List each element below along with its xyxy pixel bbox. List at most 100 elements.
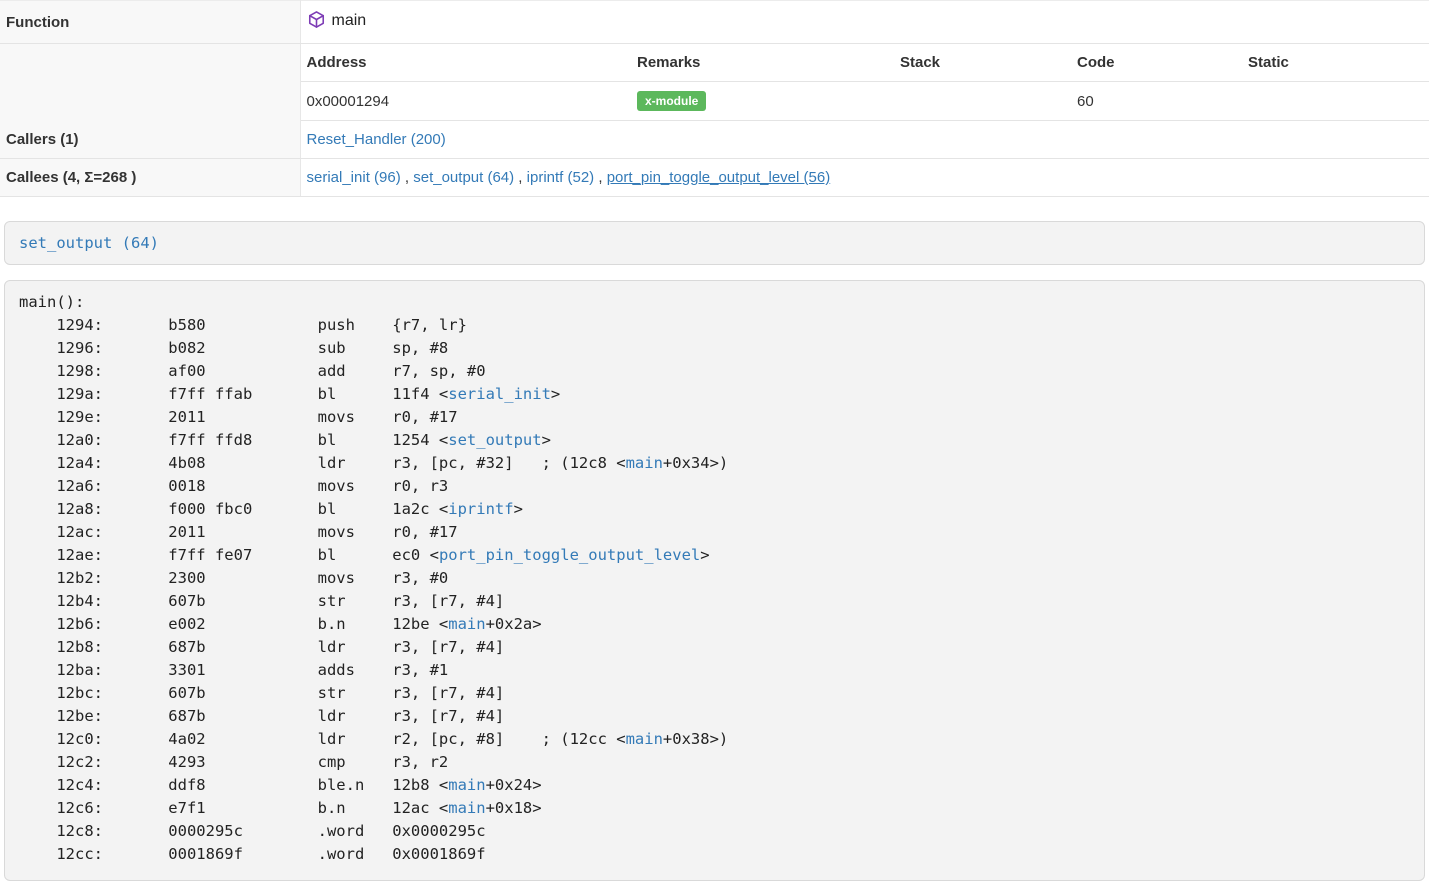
function-name-cell: main — [300, 1, 1429, 44]
disasm-line: 12b4: 607b str r3, [r7, #4] — [19, 590, 1412, 613]
disasm-line: 129a: f7ff ffab bl 11f4 <serial_init> — [19, 383, 1412, 406]
disasm-line: 12b2: 2300 movs r3, #0 — [19, 567, 1412, 590]
disasm-text: +0x24> — [486, 776, 542, 794]
disasm-line: 1296: b082 sub sp, #8 — [19, 337, 1412, 360]
disasm-text: 1296: b082 sub sp, #8 — [19, 339, 448, 357]
disasm-text: 12b6: e002 b.n 12be < — [19, 615, 448, 633]
disasm-function-link-iprintf[interactable]: iprintf — [448, 500, 513, 518]
disasm-text: 12b8: 687b ldr r3, [r7, #4] — [19, 638, 504, 656]
disasm-text: 1298: af00 add r7, sp, #0 — [19, 362, 486, 380]
disasm-line: 12a8: f000 fbc0 bl 1a2c <iprintf> — [19, 498, 1412, 521]
disasm-text: +0x38>) — [663, 730, 728, 748]
function-name: main — [332, 12, 367, 29]
disasm-text: > — [542, 431, 551, 449]
callees-row: Callees (4, Σ=268 ) serial_init (96) , s… — [0, 159, 1429, 197]
disasm-function-link-main[interactable]: main — [448, 776, 485, 794]
columns-header-row: Address Remarks Stack Code Static — [0, 44, 1429, 82]
function-row: Function main — [0, 1, 1429, 44]
disasm-line: 12c8: 0000295c .word 0x0000295c — [19, 820, 1412, 843]
disasm-text: 12c2: 4293 cmp r3, r2 — [19, 753, 448, 771]
disasm-function-link-set_output[interactable]: set_output — [448, 431, 541, 449]
disasm-line: 12c4: ddf8 ble.n 12b8 <main+0x24> — [19, 774, 1412, 797]
callers-list: Reset_Handler (200) — [300, 121, 1429, 159]
function-link-port_pin_toggle_output_level[interactable]: port_pin_toggle_output_level (56) — [607, 169, 831, 186]
column-header-stack: Stack — [894, 44, 1071, 82]
link-separator: , — [401, 169, 414, 186]
disasm-text: 12c6: e7f1 b.n 12ac < — [19, 799, 448, 817]
link-separator: , — [514, 169, 527, 186]
stack-value — [894, 82, 1071, 121]
code-value: 60 — [1071, 82, 1242, 121]
disasm-line: 1298: af00 add r7, sp, #0 — [19, 360, 1412, 383]
disasm-text: 12a0: f7ff ffd8 bl 1254 < — [19, 431, 448, 449]
disasm-line: 1294: b580 push {r7, lr} — [19, 314, 1412, 337]
disassembly-listing: main(): 1294: b580 push {r7, lr} 1296: b… — [19, 291, 1412, 866]
disasm-text: 12ae: f7ff fe07 bl ec0 < — [19, 546, 439, 564]
column-header-code: Code — [1071, 44, 1242, 82]
disasm-text: 12cc: 0001869f .word 0x0001869f — [19, 845, 486, 863]
disasm-text: +0x18> — [486, 799, 542, 817]
disasm-line: 12ac: 2011 movs r0, #17 — [19, 521, 1412, 544]
static-value — [1242, 82, 1429, 121]
disasm-line: 12a6: 0018 movs r0, r3 — [19, 475, 1412, 498]
link-separator: , — [594, 169, 607, 186]
x-module-badge: x-module — [637, 91, 706, 111]
disasm-line: 12c6: e7f1 b.n 12ac <main+0x18> — [19, 797, 1412, 820]
column-header-address: Address — [300, 44, 631, 82]
disassembly-box: main(): 1294: b580 push {r7, lr} 1296: b… — [4, 280, 1425, 881]
disasm-line: 12a0: f7ff ffd8 bl 1254 <set_output> — [19, 429, 1412, 452]
disasm-line: 12be: 687b ldr r3, [r7, #4] — [19, 705, 1412, 728]
disasm-line: 12b8: 687b ldr r3, [r7, #4] — [19, 636, 1412, 659]
disasm-text: 12a8: f000 fbc0 bl 1a2c < — [19, 500, 448, 518]
disasm-text: 12a4: 4b08 ldr r3, [pc, #32] ; (12c8 < — [19, 454, 626, 472]
callee-preview-link[interactable]: set_output (64) — [19, 234, 159, 252]
disasm-text: 12b2: 2300 movs r3, #0 — [19, 569, 448, 587]
disasm-text: main(): — [19, 293, 84, 311]
disasm-text: 129a: f7ff ffab bl 11f4 < — [19, 385, 448, 403]
disasm-text: +0x34>) — [663, 454, 728, 472]
disasm-text: 12c8: 0000295c .word 0x0000295c — [19, 822, 486, 840]
disasm-function-link-main[interactable]: main — [448, 799, 485, 817]
disasm-text: 12ba: 3301 adds r3, #1 — [19, 661, 448, 679]
disasm-text: 1294: b580 push {r7, lr} — [19, 316, 467, 334]
disasm-line: 12ba: 3301 adds r3, #1 — [19, 659, 1412, 682]
callers-label: Callers (1) — [0, 121, 300, 159]
column-header-static: Static — [1242, 44, 1429, 82]
disasm-line: 12b6: e002 b.n 12be <main+0x2a> — [19, 613, 1412, 636]
disasm-text: 12be: 687b ldr r3, [r7, #4] — [19, 707, 504, 725]
function-link-iprintf[interactable]: iprintf (52) — [527, 169, 595, 186]
disasm-line: 129e: 2011 movs r0, #17 — [19, 406, 1412, 429]
disasm-line: 12a4: 4b08 ldr r3, [pc, #32] ; (12c8 <ma… — [19, 452, 1412, 475]
disasm-text: 12a6: 0018 movs r0, r3 — [19, 477, 448, 495]
disasm-text: 12b4: 607b str r3, [r7, #4] — [19, 592, 504, 610]
disasm-line: 12cc: 0001869f .word 0x0001869f — [19, 843, 1412, 866]
disasm-line: 12bc: 607b str r3, [r7, #4] — [19, 682, 1412, 705]
disasm-line: 12c0: 4a02 ldr r2, [pc, #8] ; (12cc <mai… — [19, 728, 1412, 751]
callees-list: serial_init (96) , set_output (64) , ipr… — [300, 159, 1429, 197]
disasm-text: > — [514, 500, 523, 518]
disasm-text: 12c4: ddf8 ble.n 12b8 < — [19, 776, 448, 794]
label-spacer-cell — [0, 44, 300, 121]
disasm-function-link-port_pin_toggle_output_level[interactable]: port_pin_toggle_output_level — [439, 546, 700, 564]
disasm-function-link-main[interactable]: main — [448, 615, 485, 633]
disasm-text: 12c0: 4a02 ldr r2, [pc, #8] ; (12cc < — [19, 730, 626, 748]
disasm-line: 12c2: 4293 cmp r3, r2 — [19, 751, 1412, 774]
disasm-text: +0x2a> — [486, 615, 542, 633]
disasm-text: 12bc: 607b str r3, [r7, #4] — [19, 684, 504, 702]
remarks-cell: x-module — [631, 82, 894, 121]
column-header-remarks: Remarks — [631, 44, 894, 82]
disasm-function-link-serial_init[interactable]: serial_init — [448, 385, 551, 403]
function-link-serial_init[interactable]: serial_init (96) — [307, 169, 401, 186]
callers-row: Callers (1) Reset_Handler (200) — [0, 121, 1429, 159]
disasm-line: 12ae: f7ff fe07 bl ec0 <port_pin_toggle_… — [19, 544, 1412, 567]
function-link-set_output[interactable]: set_output (64) — [413, 169, 514, 186]
function-link-Reset_Handler[interactable]: Reset_Handler (200) — [307, 131, 446, 148]
function-info-table: Function main Address Remarks Stack Code… — [0, 0, 1429, 197]
callees-label: Callees (4, Σ=268 ) — [0, 159, 300, 197]
cube-icon — [307, 10, 326, 34]
disasm-line: main(): — [19, 291, 1412, 314]
disasm-function-link-main[interactable]: main — [626, 454, 663, 472]
disasm-text: 129e: 2011 movs r0, #17 — [19, 408, 458, 426]
disasm-text: > — [551, 385, 560, 403]
disasm-function-link-main[interactable]: main — [626, 730, 663, 748]
